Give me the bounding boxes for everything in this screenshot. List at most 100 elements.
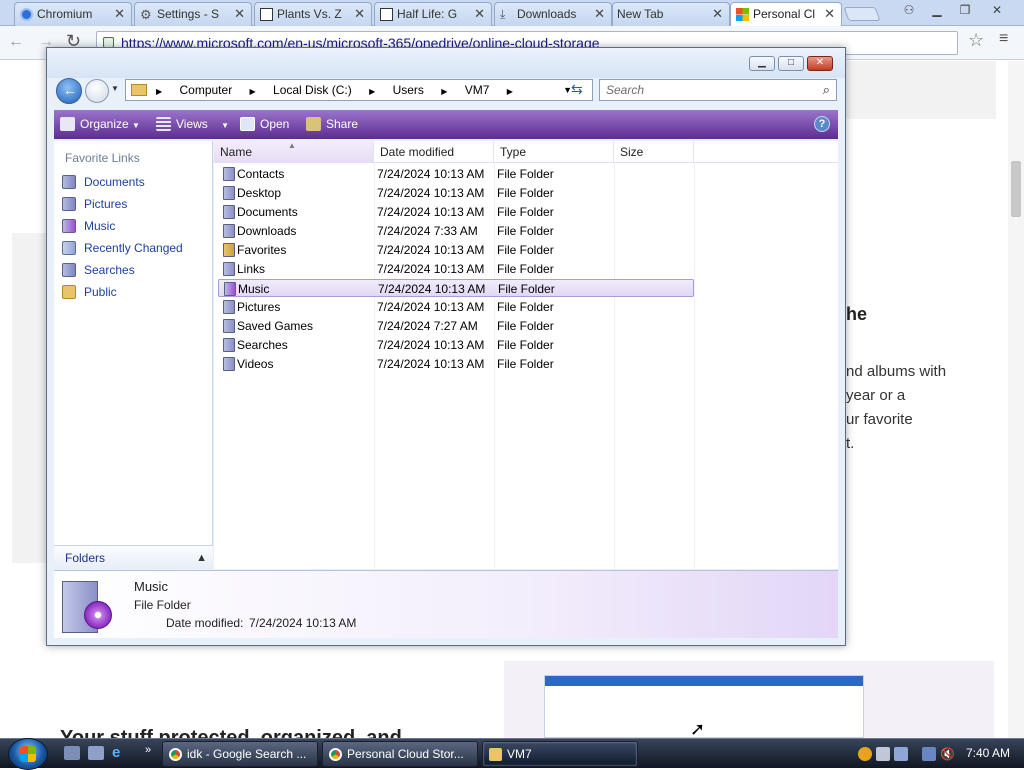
tab-new-tab[interactable]: New Tab ✕ — [612, 2, 730, 26]
table-row[interactable]: Links 7/24/2024 10:13 AM File Folder — [218, 260, 694, 278]
clock[interactable]: 7:40 AM — [966, 739, 1010, 769]
taskbar-button-vm7[interactable]: VM7 — [482, 741, 638, 767]
documents-icon — [62, 175, 76, 189]
close-icon[interactable]: ✕ — [474, 3, 485, 25]
nav-item-music[interactable]: Music — [62, 216, 115, 236]
back-icon[interactable]: ← — [8, 33, 24, 51]
table-row-selected[interactable]: Music 7/24/2024 10:13 AM File Folder — [218, 279, 694, 297]
help-icon[interactable]: ? — [814, 116, 830, 132]
chevron-down-icon[interactable]: ▼ — [111, 84, 119, 93]
chromium-icon — [20, 8, 33, 21]
column-header-name[interactable]: ▲ Name — [214, 141, 374, 163]
page-scrollbar[interactable] — [1008, 61, 1024, 738]
cell-date: 7/24/2024 10:13 AM — [377, 186, 485, 200]
more-quicklaunch-icon[interactable]: » — [145, 744, 151, 756]
cell-type: File Folder — [497, 224, 554, 238]
table-row[interactable]: Saved Games 7/24/2024 7:27 AM File Folder — [218, 317, 694, 335]
tab-plants-vs-zombies[interactable]: Plants Vs. Z ✕ — [254, 2, 372, 26]
close-icon[interactable]: ✕ — [594, 3, 605, 25]
cell-name: Documents — [237, 205, 298, 219]
tab-settings[interactable]: ⚙ Settings - S ✕ — [134, 2, 252, 26]
column-header-type[interactable]: Type — [494, 141, 614, 163]
open-button[interactable]: Open — [238, 110, 289, 139]
share-button[interactable]: Share — [304, 110, 358, 139]
tab-label: New Tab — [617, 7, 664, 21]
organize-button[interactable]: Organize ▼ — [58, 110, 140, 139]
internet-explorer-icon[interactable]: e — [112, 745, 128, 760]
menu-icon[interactable]: ≡ — [999, 30, 1008, 48]
taskbar: e » idk - Google Search ... Personal Clo… — [0, 738, 1024, 770]
nav-item-documents[interactable]: Documents — [62, 172, 145, 192]
body-text: t. — [846, 435, 855, 452]
maximize-icon[interactable]: ❐ — [953, 1, 977, 19]
breadcrumb-vm7[interactable]: VM7 — [465, 83, 490, 97]
user-icon[interactable]: ⚇ — [897, 1, 921, 19]
taskbar-button-personal-cloud[interactable]: Personal Cloud Stor... — [322, 741, 478, 767]
window-titlebar[interactable]: ▁ □ ✕ — [47, 48, 845, 78]
pictures-icon — [62, 197, 76, 211]
close-button[interactable]: ✕ — [807, 56, 833, 71]
table-row[interactable]: Contacts 7/24/2024 10:13 AM File Folder — [218, 165, 694, 183]
minimize-icon[interactable]: ▁ — [925, 1, 949, 19]
address-breadcrumb[interactable]: ▶ Computer ▶ Local Disk (C:) ▶ Users ▶ V… — [125, 79, 593, 101]
tab-chromium[interactable]: Chromium ✕ — [14, 2, 132, 26]
tab-label: Personal Cl — [753, 7, 816, 21]
close-icon[interactable]: ✕ — [234, 3, 245, 25]
pictures-folder-icon — [223, 300, 235, 314]
table-row[interactable]: Desktop 7/24/2024 10:13 AM File Folder — [218, 184, 694, 202]
volume-icon[interactable]: 🔇 — [940, 747, 955, 761]
tab-half-life[interactable]: Half Life: G ✕ — [374, 2, 492, 26]
search-icon[interactable]: ⌕ — [823, 80, 830, 100]
start-button[interactable] — [8, 738, 48, 770]
nav-item-searches[interactable]: Searches — [62, 260, 135, 280]
scroll-thumb[interactable] — [1011, 161, 1021, 217]
table-row[interactable]: Pictures 7/24/2024 10:13 AM File Folder — [218, 298, 694, 316]
table-row[interactable]: Documents 7/24/2024 10:13 AM File Folder — [218, 203, 694, 221]
table-row[interactable]: Videos 7/24/2024 10:13 AM File Folder — [218, 355, 694, 373]
cell-type: File Folder — [497, 262, 554, 276]
close-icon[interactable]: ✕ — [824, 3, 835, 25]
new-tab-button[interactable] — [843, 7, 881, 21]
cell-date: 7/24/2024 10:13 AM — [377, 243, 485, 257]
refresh-icon[interactable]: ⇆ — [571, 81, 583, 98]
breadcrumb-local-disk[interactable]: Local Disk (C:) — [273, 83, 352, 97]
command-bar: Organize ▼ Views ▼ Open Share ? — [54, 110, 838, 139]
taskbar-button-google-search[interactable]: idk - Google Search ... — [162, 741, 318, 767]
chevron-up-icon[interactable]: ▲ — [196, 546, 207, 570]
table-row[interactable]: Downloads 7/24/2024 7:33 AM File Folder — [218, 222, 694, 240]
security-shield-icon[interactable] — [858, 747, 872, 761]
back-button[interactable]: ← — [56, 78, 82, 104]
tray-icon[interactable] — [894, 747, 908, 761]
cell-date: 7/24/2024 10:13 AM — [377, 300, 485, 314]
folders-toggle[interactable]: Folders ▲ — [54, 545, 213, 569]
search-input[interactable]: Search ⌕ — [599, 79, 837, 101]
nav-item-label: Public — [84, 285, 117, 299]
nav-item-public[interactable]: Public — [62, 282, 117, 302]
maximize-button[interactable]: □ — [778, 56, 804, 71]
tab-downloads[interactable]: ⤓ Downloads ✕ — [494, 2, 612, 26]
show-desktop-icon[interactable] — [64, 746, 80, 760]
table-row[interactable]: Searches 7/24/2024 10:13 AM File Folder — [218, 336, 694, 354]
breadcrumb-computer[interactable]: Computer — [180, 83, 233, 97]
close-icon[interactable]: ✕ — [114, 3, 125, 25]
breadcrumb-users[interactable]: Users — [393, 83, 424, 97]
forward-button[interactable] — [85, 79, 109, 103]
star-icon[interactable]: ☆ — [968, 30, 984, 51]
column-header-size[interactable]: Size — [614, 141, 694, 163]
minimize-button[interactable]: ▁ — [749, 56, 775, 71]
network-icon[interactable] — [922, 747, 936, 761]
explorer-window[interactable]: ▁ □ ✕ ← ▼ ▶ Computer ▶ Local Disk (C:) ▶… — [46, 47, 846, 646]
close-icon[interactable]: ✕ — [354, 3, 365, 25]
close-window-icon[interactable]: ✕ — [985, 1, 1009, 19]
switch-windows-icon[interactable] — [88, 746, 104, 760]
tab-personal-cloud[interactable]: Personal Cl ✕ — [730, 2, 842, 26]
table-row[interactable]: Favorites 7/24/2024 10:13 AM File Folder — [218, 241, 694, 259]
tray-icon[interactable] — [876, 747, 890, 761]
close-icon[interactable]: ✕ — [712, 3, 723, 25]
column-header-date[interactable]: Date modified — [374, 141, 494, 163]
views-button[interactable]: Views ▼ — [154, 110, 229, 139]
nav-item-recently-changed[interactable]: Recently Changed — [62, 238, 183, 258]
cell-name: Contacts — [237, 167, 285, 181]
nav-item-pictures[interactable]: Pictures — [62, 194, 127, 214]
recently-changed-icon — [62, 241, 76, 255]
